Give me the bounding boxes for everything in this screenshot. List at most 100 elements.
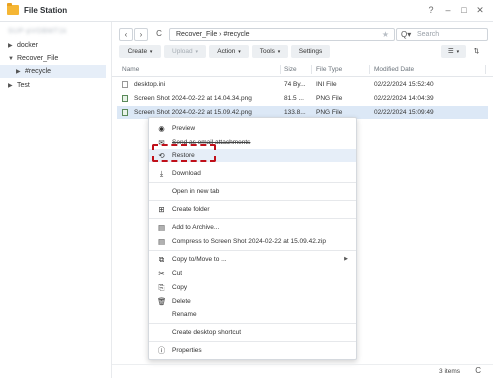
table-row[interactable]: desktop.ini 74 By... INI File 02/22/2024…	[117, 78, 488, 91]
menu-item-label: Delete	[172, 298, 191, 305]
menu-item-label: Send as email attachments	[172, 139, 251, 146]
menu-divider	[149, 323, 356, 324]
tools-label: Tools	[259, 48, 275, 55]
title-bar: File Station ? – □ ✕	[0, 0, 493, 22]
file-name: Screen Shot 2024-02-22 at 14.04.34.png	[134, 95, 252, 102]
file-type: PNG File	[316, 95, 343, 102]
column-file-type[interactable]: File Type	[316, 66, 342, 73]
scissors-icon: ✂	[158, 269, 165, 278]
context-menu: ◉ Preview ✉ Send as email attachments ⟲ …	[148, 117, 357, 360]
action-toolbar: Create ▾ Upload ▾ Action ▾ Tools ▾ Setti…	[112, 44, 493, 60]
chevron-right-icon[interactable]: ▶	[16, 66, 25, 79]
menu-item-copy[interactable]: ⎘ Copy	[149, 281, 356, 294]
menu-item-send-email[interactable]: ✉ Send as email attachments	[149, 136, 356, 149]
sidebar-item-docker[interactable]: ▶ docker	[8, 39, 38, 52]
menu-item-label: Compress to Screen Shot 2024-02-22 at 15…	[172, 238, 326, 245]
back-button[interactable]: ‹	[119, 28, 133, 41]
new-folder-icon: ⊞	[158, 205, 165, 214]
column-divider	[485, 65, 486, 74]
create-button[interactable]: Create ▾	[119, 45, 161, 58]
action-button[interactable]: Action ▾	[209, 45, 249, 58]
column-divider	[311, 65, 312, 74]
column-divider	[280, 65, 281, 74]
forward-button[interactable]: ›	[134, 28, 148, 41]
eye-icon: ◉	[158, 124, 165, 133]
folder-icon	[7, 3, 19, 15]
menu-item-restore[interactable]: ⟲ Restore	[149, 149, 356, 162]
chevron-right-icon[interactable]: ▶	[8, 80, 17, 93]
path-bar[interactable]: Recover_File › #recycle ★	[169, 28, 395, 41]
view-mode-button[interactable]: ☰ ▾	[441, 45, 466, 58]
app-title: File Station	[24, 6, 68, 15]
menu-item-open-new-tab[interactable]: Open in new tab	[149, 185, 356, 198]
host-name[interactable]: SUP-pVOBMT1k	[8, 28, 88, 35]
menu-item-label: Rename	[172, 311, 197, 318]
create-label: Create	[127, 48, 148, 55]
menu-item-delete[interactable]: 🗑 Delete	[149, 295, 356, 308]
download-icon: ⤓	[159, 169, 164, 178]
minimize-button[interactable]: –	[442, 5, 454, 15]
column-name[interactable]: Name	[122, 66, 139, 73]
column-divider	[369, 65, 370, 74]
trash-icon: 🗑	[157, 297, 167, 306]
close-button[interactable]: ✕	[474, 5, 486, 16]
search-input[interactable]: Q▾ Search	[396, 28, 488, 41]
action-label: Action	[217, 48, 236, 55]
status-bar: 3 items C	[112, 364, 493, 378]
sidebar-item-test[interactable]: ▶ Test	[8, 79, 30, 92]
menu-item-label: Add to Archive...	[172, 224, 220, 231]
maximize-button[interactable]: □	[458, 5, 470, 15]
menu-item-add-archive[interactable]: ▤ Add to Archive...	[149, 221, 356, 234]
email-icon: ✉	[158, 138, 165, 147]
sidebar-item-label: Test	[17, 82, 30, 89]
archive-icon: ▤	[157, 223, 166, 232]
file-modified: 02/22/2024 14:04:39	[374, 95, 434, 102]
ini-file-icon	[122, 81, 128, 88]
menu-item-label: Create desktop shortcut	[172, 329, 242, 336]
sidebar-item-label: Recover_File	[17, 55, 59, 62]
menu-item-cut[interactable]: ✂ Cut	[149, 267, 356, 280]
menu-divider	[149, 250, 356, 251]
chevron-right-icon: ▶	[344, 256, 348, 262]
star-icon[interactable]: ★	[382, 30, 389, 39]
tools-button[interactable]: Tools ▾	[252, 45, 288, 58]
menu-item-create-folder[interactable]: ⊞ Create folder	[149, 203, 356, 216]
menu-item-properties[interactable]: ⓘ Properties	[149, 344, 356, 357]
search-icon[interactable]: Q▾	[401, 30, 411, 39]
menu-item-label: Restore	[172, 152, 195, 159]
menu-item-preview[interactable]: ◉ Preview	[149, 122, 356, 135]
upload-button[interactable]: Upload ▾	[164, 45, 206, 58]
menu-item-create-shortcut[interactable]: Create desktop shortcut	[149, 326, 356, 339]
table-row[interactable]: Screen Shot 2024-02-22 at 14.04.34.png 8…	[117, 92, 488, 105]
menu-item-compress[interactable]: ▤ Compress to Screen Shot 2024-02-22 at …	[149, 235, 356, 248]
chevron-down-icon: ▾	[238, 49, 241, 55]
menu-item-copy-move[interactable]: ⧉ Copy to/Move to ... ▶	[149, 253, 356, 266]
restore-icon: ⟲	[158, 151, 165, 160]
search-placeholder: Search	[417, 31, 440, 38]
menu-item-label: Open in new tab	[172, 188, 220, 195]
info-icon: ⓘ	[157, 346, 166, 355]
menu-item-label: Download	[172, 170, 201, 177]
menu-item-label: Cut	[172, 270, 183, 277]
refresh-button[interactable]: C	[152, 28, 166, 41]
path-text: Recover_File › #recycle	[176, 31, 250, 38]
file-modified: 02/22/2024 15:09:49	[374, 109, 434, 116]
menu-item-download[interactable]: ⤓ Download	[149, 167, 356, 180]
menu-item-label: Preview	[172, 125, 196, 132]
column-size[interactable]: Size	[284, 66, 297, 73]
menu-item-label: Create folder	[172, 206, 210, 213]
help-button[interactable]: ?	[425, 5, 437, 15]
refresh-icon[interactable]: C	[475, 366, 481, 375]
sidebar-item-recycle[interactable]: ▶ #recycle	[0, 65, 106, 78]
settings-button[interactable]: Settings	[291, 45, 330, 58]
sidebar-item-recover-file[interactable]: ▼ Recover_File	[8, 52, 58, 65]
column-modified-date[interactable]: Modified Date	[374, 66, 414, 73]
copy-icon: ⎘	[158, 283, 165, 292]
file-type: INI File	[316, 81, 337, 88]
image-file-icon	[122, 95, 128, 102]
chevron-down-icon: ▾	[456, 49, 460, 55]
menu-item-rename[interactable]: Rename	[149, 308, 356, 321]
sidebar: SUP-pVOBMT1k ▶ docker ▼ Recover_File ▶ #rec…	[0, 22, 112, 378]
sort-icon[interactable]: ⇅	[469, 45, 484, 58]
image-file-icon	[122, 109, 128, 116]
